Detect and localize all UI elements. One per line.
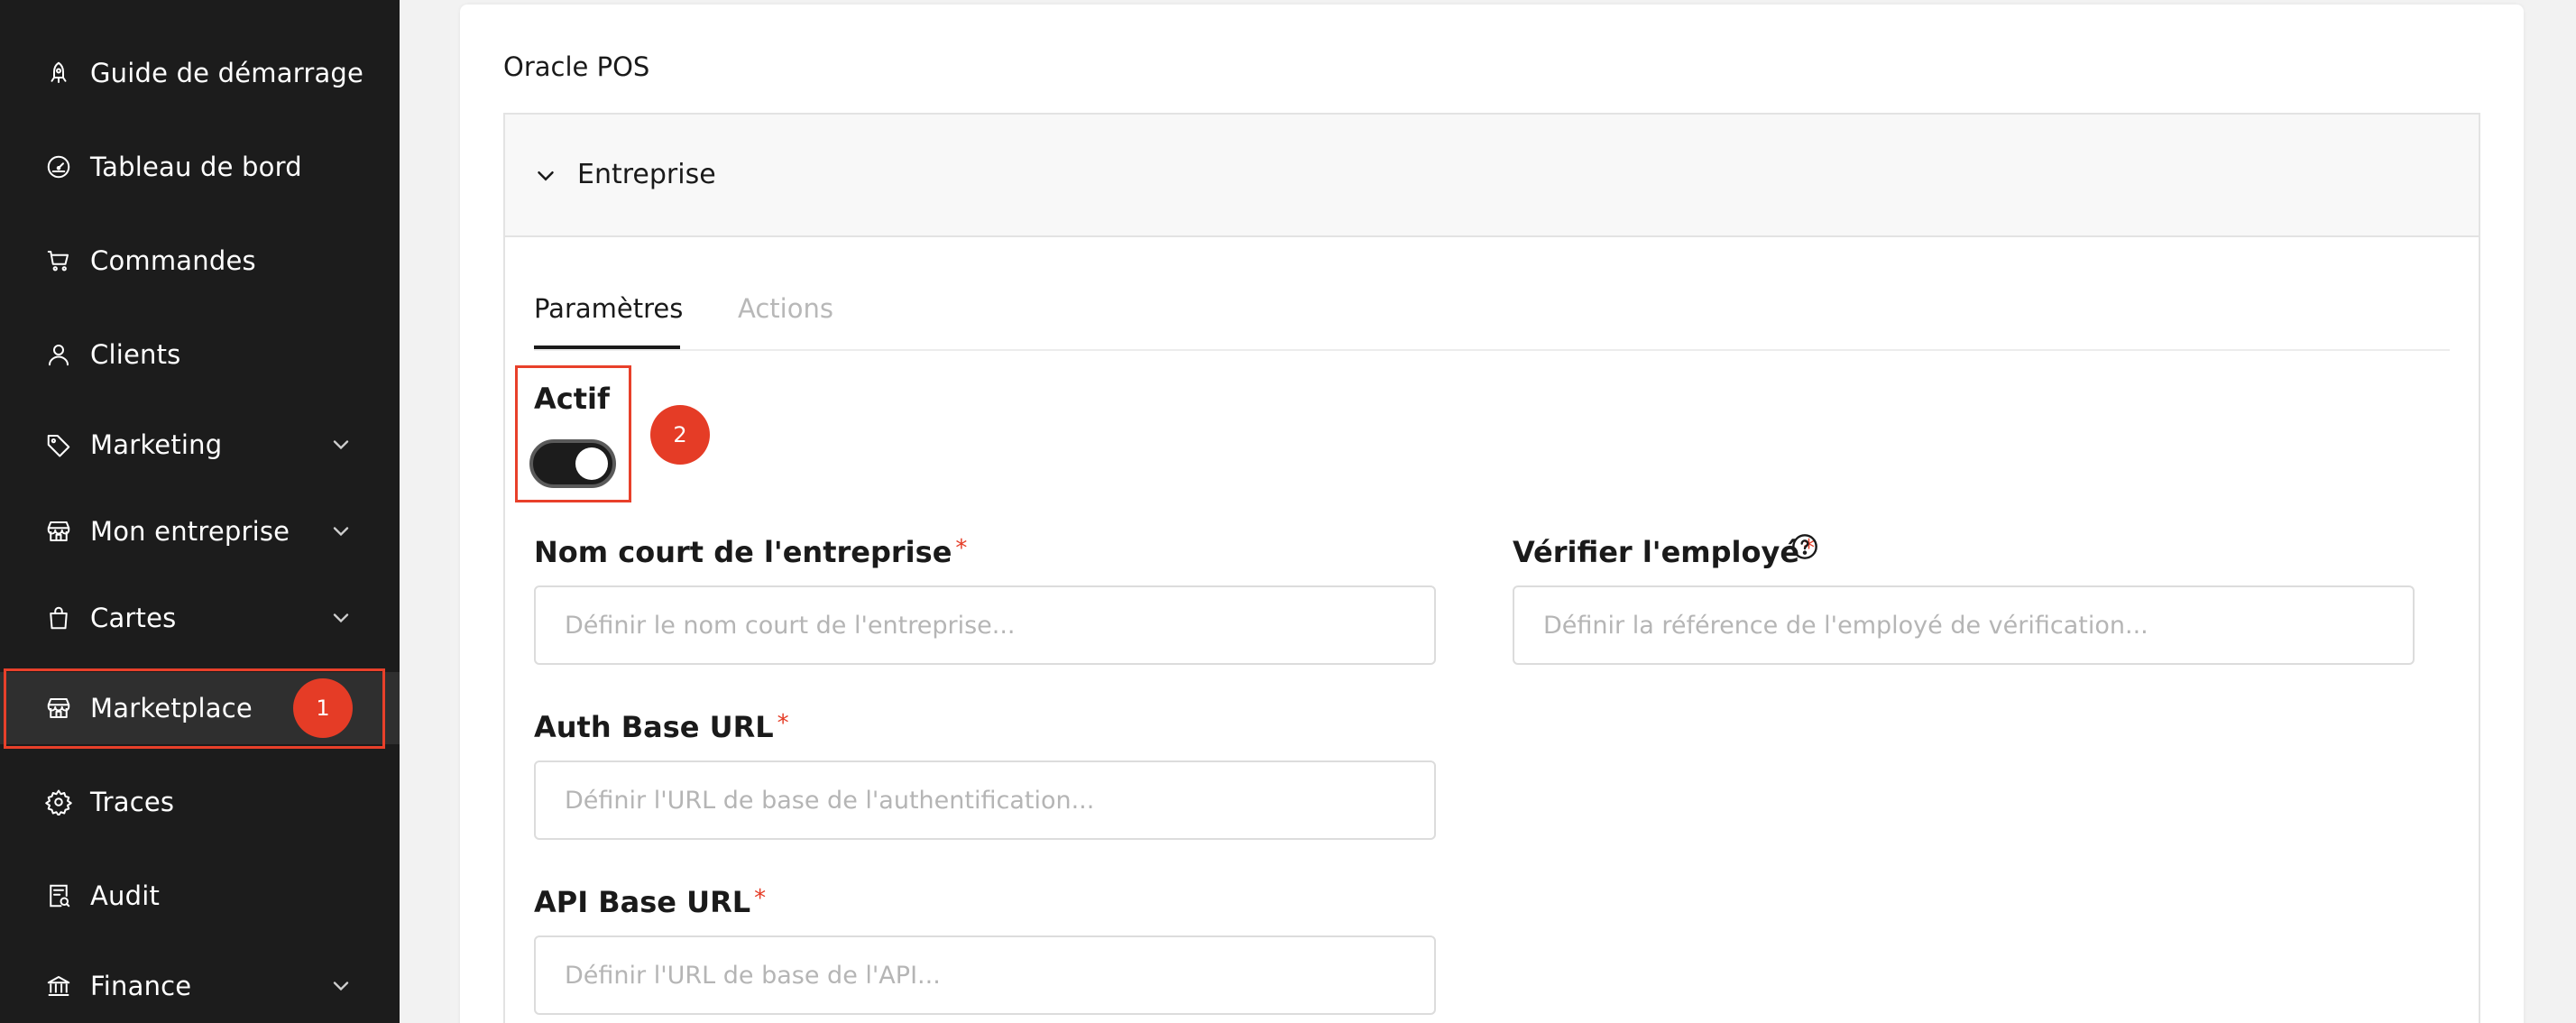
audit-icon	[44, 881, 73, 910]
tag-icon	[44, 430, 73, 459]
sidebar-item-dashboard[interactable]: Tableau de bord	[0, 131, 400, 203]
accordion-title[interactable]: Entreprise	[577, 159, 716, 190]
verify-employee-label: Vérifier l'employé *	[1513, 535, 1815, 569]
chevron-down-icon[interactable]	[328, 519, 354, 544]
short-name-label-text: Nom court de l'entreprise	[534, 535, 952, 569]
sidebar-item-label: Marketing	[90, 429, 223, 460]
sidebar-item-audit[interactable]: Audit	[0, 860, 400, 932]
sidebar-item-marketing[interactable]: Marketing	[0, 409, 400, 481]
api-base-url-input[interactable]	[534, 935, 1436, 1015]
tab-actions[interactable]: Actions	[738, 293, 833, 324]
rocket-icon	[44, 59, 73, 88]
verify-employee-label-text: Vérifier l'employé	[1513, 535, 1800, 569]
sidebar-item-label: Guide de démarrage	[90, 58, 364, 88]
gear-icon	[44, 788, 73, 816]
sidebar: Guide de démarrage Tableau de bord Comma…	[0, 0, 400, 1023]
accordion-header[interactable]	[505, 115, 2479, 237]
sidebar-item-label: Clients	[90, 339, 181, 370]
store-icon	[44, 517, 73, 546]
auth-base-url-input[interactable]	[534, 760, 1436, 840]
sidebar-item-label: Mon entreprise	[90, 516, 290, 547]
tab-divider	[534, 349, 2450, 351]
required-marker: *	[955, 535, 968, 562]
verify-employee-input[interactable]	[1513, 585, 2415, 665]
sidebar-item-label: Commandes	[90, 245, 256, 276]
step-badge: 1	[293, 678, 353, 738]
api-base-url-label: API Base URL *	[534, 885, 766, 919]
chevron-down-icon[interactable]	[532, 162, 559, 189]
sidebar-item-guide[interactable]: Guide de démarrage	[0, 37, 400, 109]
sidebar-item-label: Tableau de bord	[90, 152, 302, 182]
sidebar-item-clients[interactable]: Clients	[0, 318, 400, 391]
active-label: Actif	[534, 382, 610, 416]
auth-base-url-label: Auth Base URL *	[534, 710, 789, 744]
toggle-knob	[575, 447, 608, 480]
step-badge: 2	[650, 405, 710, 465]
sidebar-item-commandes[interactable]: Commandes	[0, 225, 400, 297]
sidebar-item-finance[interactable]: Finance	[0, 950, 400, 1022]
sidebar-item-label: Finance	[90, 971, 192, 1001]
bank-icon	[44, 972, 73, 1000]
chevron-down-icon[interactable]	[328, 605, 354, 631]
active-toggle[interactable]	[529, 439, 616, 488]
help-icon[interactable]	[1790, 532, 1819, 561]
chevron-down-icon[interactable]	[328, 973, 354, 999]
api-base-url-label-text: API Base URL	[534, 885, 751, 919]
sidebar-item-mon-entreprise[interactable]: Mon entreprise	[0, 495, 400, 567]
bag-icon	[44, 604, 73, 632]
sidebar-item-cartes[interactable]: Cartes	[0, 582, 400, 654]
short-name-input[interactable]	[534, 585, 1436, 665]
sidebar-item-traces[interactable]: Traces	[0, 766, 400, 838]
cart-icon	[44, 246, 73, 275]
user-icon	[44, 340, 73, 369]
sidebar-item-label: Audit	[90, 880, 161, 911]
gauge-icon	[44, 152, 73, 181]
auth-base-url-label-text: Auth Base URL	[534, 710, 774, 744]
chevron-down-icon[interactable]	[328, 432, 354, 457]
sidebar-item-label: Traces	[90, 787, 175, 817]
required-marker: *	[754, 885, 767, 912]
short-name-label: Nom court de l'entreprise *	[534, 535, 967, 569]
page-title: Oracle POS	[503, 51, 650, 82]
sidebar-item-label: Cartes	[90, 603, 177, 633]
required-marker: *	[777, 710, 789, 737]
tab-parametres[interactable]: Paramètres	[534, 293, 683, 324]
